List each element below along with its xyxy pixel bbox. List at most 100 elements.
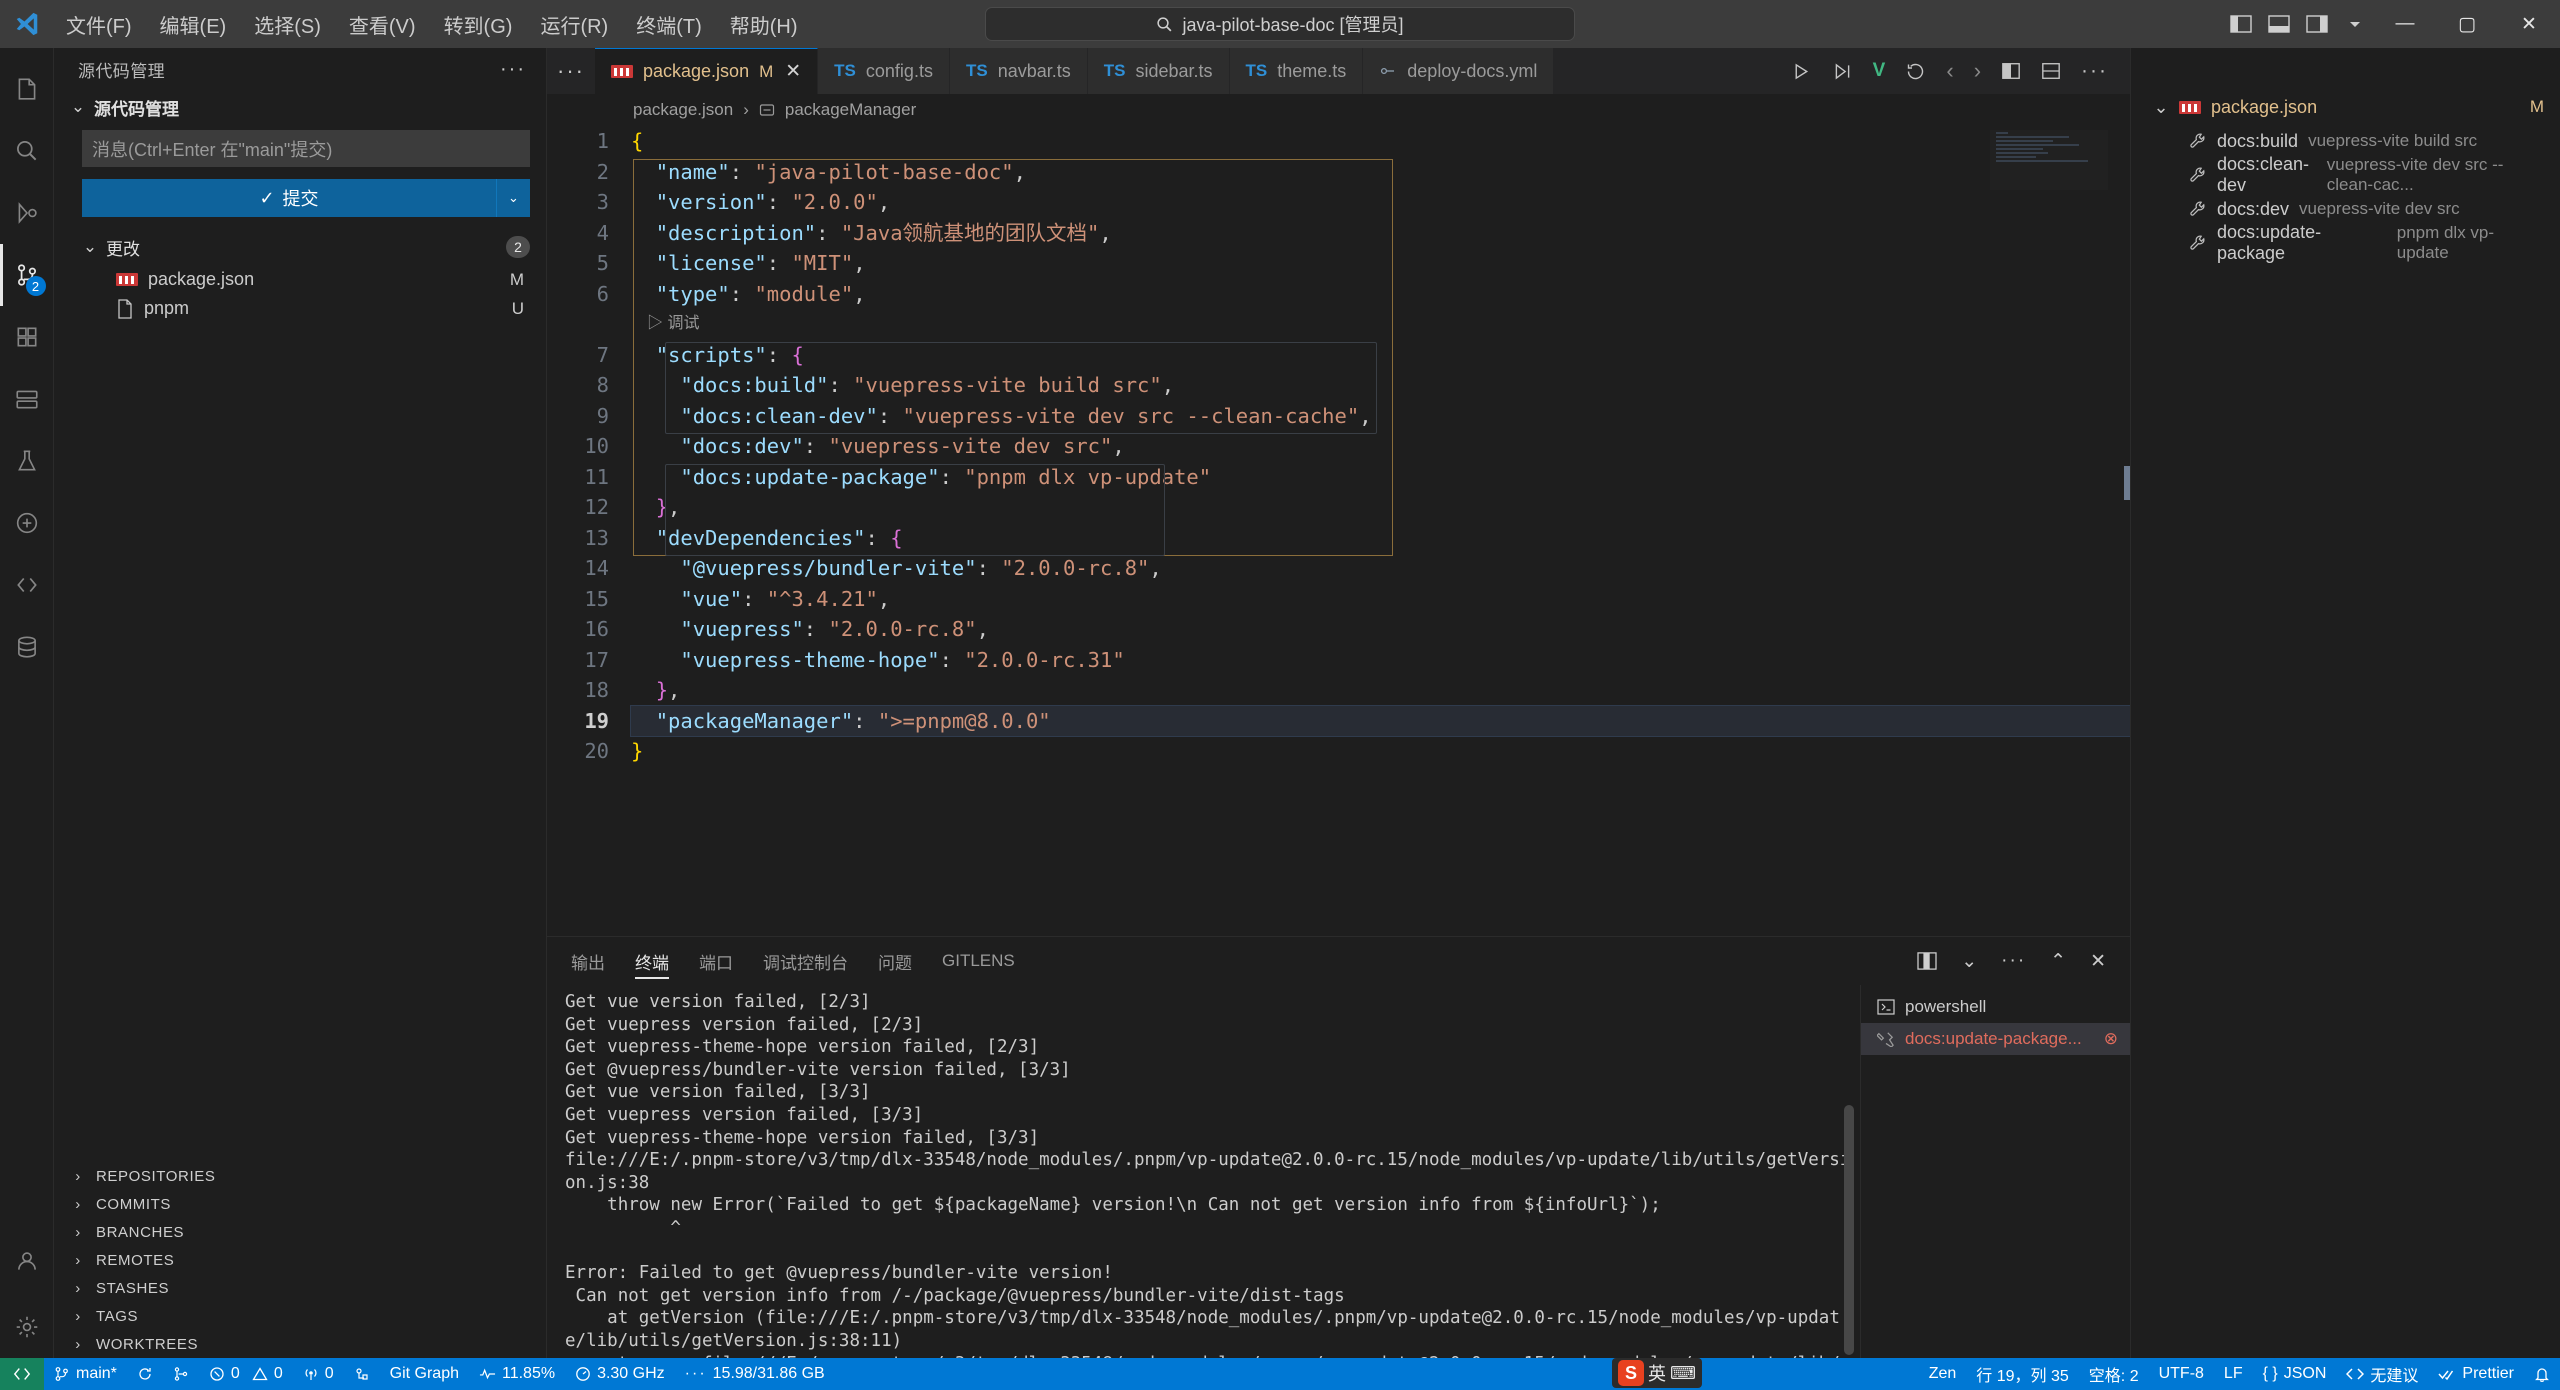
status-encoding[interactable]: UTF-8 (2149, 1358, 2214, 1390)
status-memory-usage[interactable]: ··· 15.98/31.86 GB (675, 1358, 835, 1390)
tabs-overflow-icon[interactable]: ··· (547, 48, 595, 94)
code-line[interactable]: "version": "2.0.0", (631, 187, 2130, 218)
status-ports[interactable]: 0 (293, 1358, 344, 1390)
npm-script-row[interactable]: docs:build vuepress-vite build src (2131, 124, 2560, 158)
scm-provider-header[interactable]: ⌄ 源代码管理 (54, 90, 546, 124)
panel-tab-output[interactable]: 输出 (571, 937, 605, 985)
menu-view[interactable]: 查看(V) (337, 6, 428, 43)
section-tags[interactable]: › TAGS (54, 1302, 546, 1330)
section-commits[interactable]: › COMMITS (54, 1190, 546, 1218)
customize-layout-icon[interactable] (2336, 0, 2374, 48)
maximize-panel-icon[interactable]: ⌃ (2050, 950, 2066, 973)
code-line[interactable]: "vue": "^3.4.21", (631, 584, 2130, 615)
npm-script-row[interactable]: docs:dev vuepress-vite dev src (2131, 192, 2560, 226)
panel-tab-problems[interactable]: 问题 (878, 937, 912, 985)
activity-search[interactable] (0, 120, 54, 182)
changed-file-row[interactable]: package.json M (54, 265, 546, 294)
open-preview-icon[interactable] (2001, 61, 2021, 81)
activity-gitlens[interactable] (0, 554, 54, 616)
tab-navbar-ts[interactable]: TS navbar.ts (949, 48, 1088, 94)
terminal-view[interactable]: Get vue version failed, [2/3] Get vuepre… (547, 985, 1860, 1358)
activity-extensions[interactable] (0, 306, 54, 368)
code-line[interactable]: "@vuepress/bundler-vite": "2.0.0-rc.8", (631, 553, 2130, 584)
minimap[interactable] (1990, 130, 2108, 190)
tab-package-json[interactable]: package.json M ✕ (595, 48, 819, 94)
terminal-list-item-task[interactable]: docs:update-package... ⊗ (1861, 1023, 2130, 1055)
npm-script-row[interactable]: docs:clean-dev vuepress-vite dev src --c… (2131, 154, 2560, 195)
status-git-graph[interactable]: Git Graph (380, 1358, 469, 1390)
code-line[interactable]: "docs:update-package": "pnpm dlx vp-upda… (631, 462, 2130, 493)
code-line[interactable]: "vuepress-theme-hope": "2.0.0-rc.31" (631, 645, 2130, 676)
code-line[interactable]: { (631, 126, 2130, 157)
menu-bar[interactable]: 文件(F) 编辑(E) 选择(S) 查看(V) 转到(G) 运行(R) 终端(T… (54, 6, 810, 43)
status-sync[interactable] (127, 1358, 163, 1390)
more-actions-icon[interactable]: ··· (2001, 950, 2026, 972)
menu-run[interactable]: 运行(R) (528, 6, 620, 43)
breadcrumb-file[interactable]: package.json (633, 100, 733, 120)
changed-file-row[interactable]: pnpm U (54, 294, 546, 323)
activity-database[interactable] (0, 616, 54, 678)
activity-docker[interactable] (0, 492, 54, 554)
close-panel-icon[interactable]: ✕ (2090, 950, 2106, 973)
status-indentation[interactable]: 空格: 2 (2079, 1358, 2149, 1390)
activity-remote-explorer[interactable] (0, 368, 54, 430)
codelens-debug[interactable]: ▷ 调试 (631, 309, 2130, 340)
section-branches[interactable]: › BRANCHES (54, 1218, 546, 1246)
section-remotes[interactable]: › REMOTES (54, 1246, 546, 1274)
code-line[interactable]: "packageManager": ">=pnpm@8.0.0" (631, 705, 2130, 736)
chevron-down-icon[interactable]: ⌄ (82, 237, 98, 257)
code-line[interactable]: "docs:build": "vuepress-vite build src", (631, 370, 2130, 401)
code-line[interactable]: "description": "Java领航基地的团队文档", (631, 218, 2130, 249)
code-line[interactable]: "name": "java-pilot-base-doc", (631, 157, 2130, 188)
timeline-icon[interactable] (1905, 61, 1926, 82)
code-line[interactable]: }, (631, 675, 2130, 706)
section-stashes[interactable]: › STASHES (54, 1274, 546, 1302)
kill-terminal-icon[interactable]: ⊗ (2104, 1029, 2118, 1049)
code-line[interactable]: "vuepress": "2.0.0-rc.8", (631, 614, 2130, 645)
tab-config-ts[interactable]: TS config.ts (818, 48, 950, 94)
status-remote-indicator[interactable] (0, 1358, 44, 1390)
status-suggestions[interactable]: 无建议 (2336, 1358, 2428, 1390)
menu-terminal[interactable]: 终端(T) (624, 6, 714, 43)
chevron-down-icon[interactable]: ⌄ (1961, 950, 1977, 973)
chevron-down-icon[interactable]: ⌄ (70, 97, 86, 117)
maximize-button[interactable]: ▢ (2436, 0, 2498, 48)
section-worktrees[interactable]: › WORKTREES (54, 1330, 546, 1358)
activity-settings[interactable] (0, 1296, 54, 1358)
status-zen-mode[interactable]: Zen (1919, 1358, 1967, 1390)
status-prettier[interactable]: Prettier (2428, 1358, 2524, 1390)
keyboard-icon[interactable]: ⌨ (1670, 1363, 1696, 1384)
code-line[interactable]: "docs:dev": "vuepress-vite dev src", (631, 431, 2130, 462)
split-editor-icon[interactable] (2041, 61, 2061, 81)
close-button[interactable]: ✕ (2498, 0, 2560, 48)
status-language-mode[interactable]: { } JSON (2253, 1358, 2337, 1390)
status-gitlens[interactable] (344, 1358, 380, 1390)
commit-dropdown-button[interactable]: ⌄ (496, 179, 530, 217)
run-with-options-icon[interactable] (1832, 61, 1853, 82)
chevron-down-icon[interactable]: ⌄ (2153, 97, 2169, 118)
commit-button[interactable]: ✓ 提交 (82, 179, 496, 217)
code-editor[interactable]: 123456 7 8 9 10 11 12 13 14 15 16 17 18 19 20 { "name… (547, 126, 2130, 936)
tab-deploy-docs-yml[interactable]: deploy-docs.yml (1363, 48, 1555, 94)
terminal-scrollbar[interactable] (1844, 1105, 1854, 1355)
code-line[interactable]: } (631, 736, 2130, 767)
code-line[interactable]: "scripts": { (631, 340, 2130, 371)
terminal-list-item-powershell[interactable]: powershell (1861, 991, 2130, 1023)
status-git-compare[interactable] (163, 1358, 199, 1390)
ime-mode-label[interactable]: 英 (1648, 1360, 1666, 1386)
menu-file[interactable]: 文件(F) (54, 6, 144, 43)
panel-tab-debug-console[interactable]: 调试控制台 (763, 937, 848, 985)
status-cpu-usage[interactable]: 11.85% (469, 1358, 565, 1390)
status-notifications[interactable] (2524, 1358, 2560, 1390)
code-lines[interactable]: { "name": "java-pilot-base-doc", "versio… (631, 126, 2130, 767)
activity-explorer[interactable] (0, 58, 54, 120)
npm-scripts-file-row[interactable]: ⌄ package.json M (2131, 90, 2560, 124)
activity-source-control[interactable]: 2 (0, 244, 54, 306)
code-line[interactable]: }, (631, 492, 2130, 523)
more-actions-icon[interactable]: ··· (2081, 59, 2108, 83)
navigate-back-icon[interactable]: ‹ (1946, 58, 1953, 84)
editor-resize-handle[interactable] (2124, 466, 2130, 501)
tab-sidebar-ts[interactable]: TS sidebar.ts (1087, 48, 1230, 94)
activity-test[interactable] (0, 430, 54, 492)
status-cursor-position[interactable]: 行 19，列 35 (1966, 1358, 2079, 1390)
